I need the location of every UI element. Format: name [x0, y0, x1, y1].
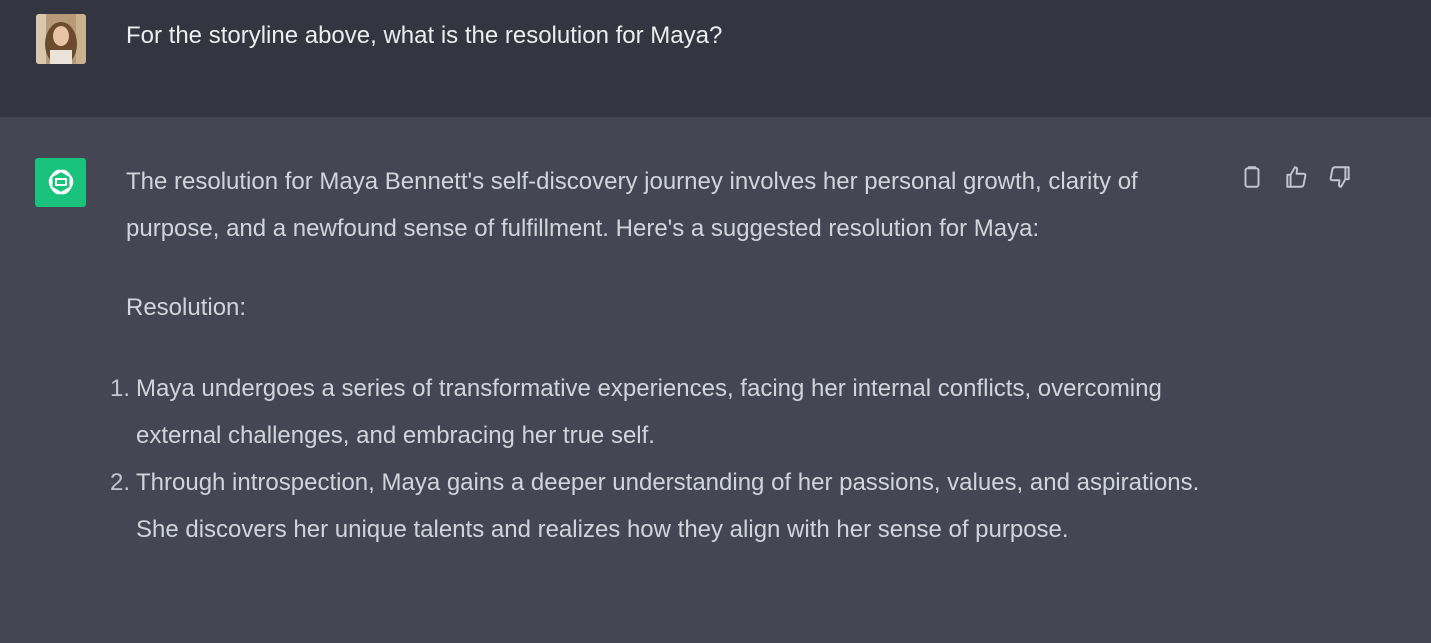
list-item: 1. Maya undergoes a series of transforma… [110, 365, 1206, 459]
message-actions [1236, 161, 1356, 193]
list-item-text: Through introspection, Maya gains a deep… [136, 469, 1200, 543]
resolution-list: 1. Maya undergoes a series of transforma… [110, 365, 1206, 553]
user-avatar [36, 14, 86, 64]
user-message-text: For the storyline above, what is the res… [126, 22, 723, 49]
assistant-message-content: The resolution for Maya Bennett's self-d… [110, 158, 1206, 553]
list-item-number: 1. [109, 375, 130, 402]
thumbs-down-button[interactable] [1324, 161, 1356, 193]
clipboard-icon [1244, 166, 1260, 188]
assistant-message-row: The resolution for Maya Bennett's self-d… [0, 117, 1431, 643]
assistant-intro-paragraph: The resolution for Maya Bennett's self-d… [126, 168, 1138, 242]
user-message-row: For the storyline above, what is the res… [0, 0, 1431, 117]
user-photo-icon [36, 14, 86, 64]
thumbs-up-button[interactable] [1280, 161, 1312, 193]
assistant-avatar [35, 158, 86, 207]
list-item-number: 2. [109, 469, 130, 496]
openai-logo-icon [48, 169, 73, 194]
list-item: 2. Through introspection, Maya gains a d… [110, 459, 1206, 553]
copy-button[interactable] [1236, 161, 1268, 193]
resolution-heading: Resolution: [126, 294, 247, 321]
thumbs-down-icon [1329, 166, 1350, 188]
list-item-text: Maya undergoes a series of transformativ… [136, 375, 1162, 449]
thumbs-up-icon [1286, 166, 1307, 188]
